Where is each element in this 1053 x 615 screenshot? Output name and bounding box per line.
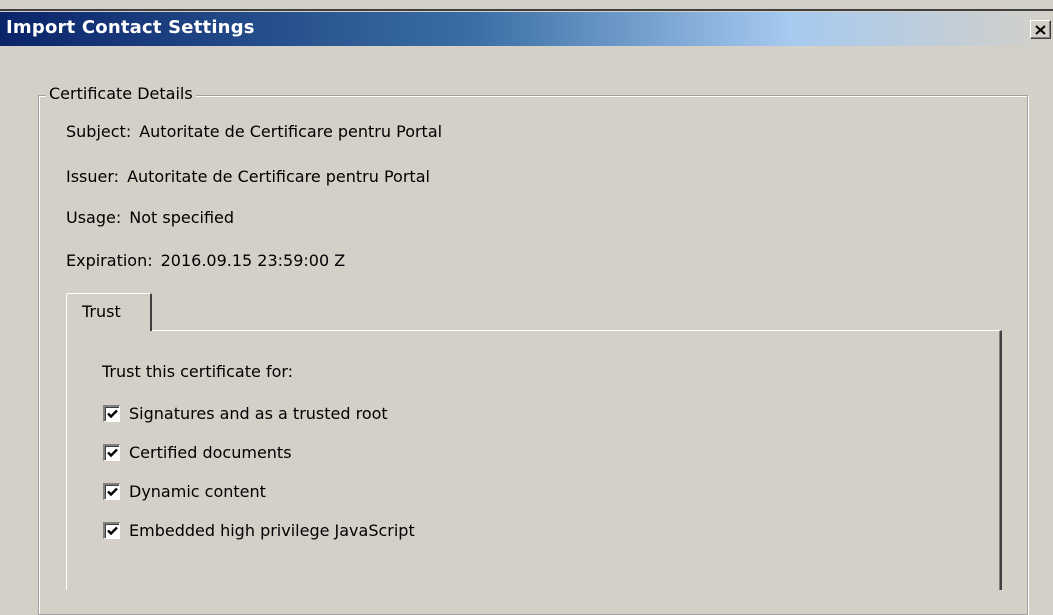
expiration-line: Expiration: 2016.09.15 23:59:00 Z (66, 251, 345, 270)
window-title: Import Contact Settings (6, 17, 255, 38)
checkbox-box[interactable] (103, 521, 120, 539)
trust-heading: Trust this certificate for: (102, 362, 294, 381)
issuer-label: Issuer: (66, 167, 120, 186)
checkmark-icon (106, 487, 118, 496)
checkbox-certified-documents[interactable]: Certified documents (103, 442, 292, 462)
checkbox-embedded-javascript[interactable]: Embedded high privilege JavaScript (103, 520, 415, 540)
subject-label: Subject: (66, 122, 132, 141)
checkbox-label: Certified documents (129, 442, 292, 462)
expiration-value: 2016.09.15 23:59:00 Z (160, 251, 346, 270)
window-top-border (0, 0, 1053, 12)
usage-label: Usage: (66, 208, 122, 227)
expiration-label: Expiration: (66, 251, 153, 270)
tab-trust-label: Trust (82, 302, 121, 321)
certificate-details-legend: Certificate Details (46, 84, 196, 103)
close-icon (1035, 24, 1046, 35)
subject-value: Autoritate de Certificare pentru Portal (139, 122, 443, 141)
checkbox-signatures-trusted-root[interactable]: Signatures and as a trusted root (103, 403, 388, 423)
checkmark-icon (106, 526, 118, 535)
import-contact-settings-dialog: Import Contact Settings Certificate Deta… (0, 0, 1053, 615)
checkbox-box[interactable] (103, 443, 120, 461)
checkbox-label: Embedded high privilege JavaScript (129, 520, 415, 540)
checkbox-label: Signatures and as a trusted root (129, 403, 388, 423)
subject-line: Subject: Autoritate de Certificare pentru… (66, 122, 442, 141)
close-button[interactable] (1030, 20, 1051, 39)
usage-line: Usage: Not specified (66, 208, 234, 227)
checkbox-dynamic-content[interactable]: Dynamic content (103, 481, 266, 501)
usage-value: Not specified (129, 208, 235, 227)
checkmark-icon (106, 448, 118, 457)
tab-trust[interactable]: Trust (66, 293, 152, 331)
checkmark-icon (106, 409, 118, 418)
checkbox-box[interactable] (103, 404, 120, 422)
issuer-line: Issuer: Autoritate de Certificare pentru … (66, 167, 430, 186)
checkbox-label: Dynamic content (129, 481, 266, 501)
title-bar[interactable]: Import Contact Settings (0, 12, 1053, 46)
checkbox-box[interactable] (103, 482, 120, 500)
issuer-value: Autoritate de Certificare pentru Portal (127, 167, 430, 186)
